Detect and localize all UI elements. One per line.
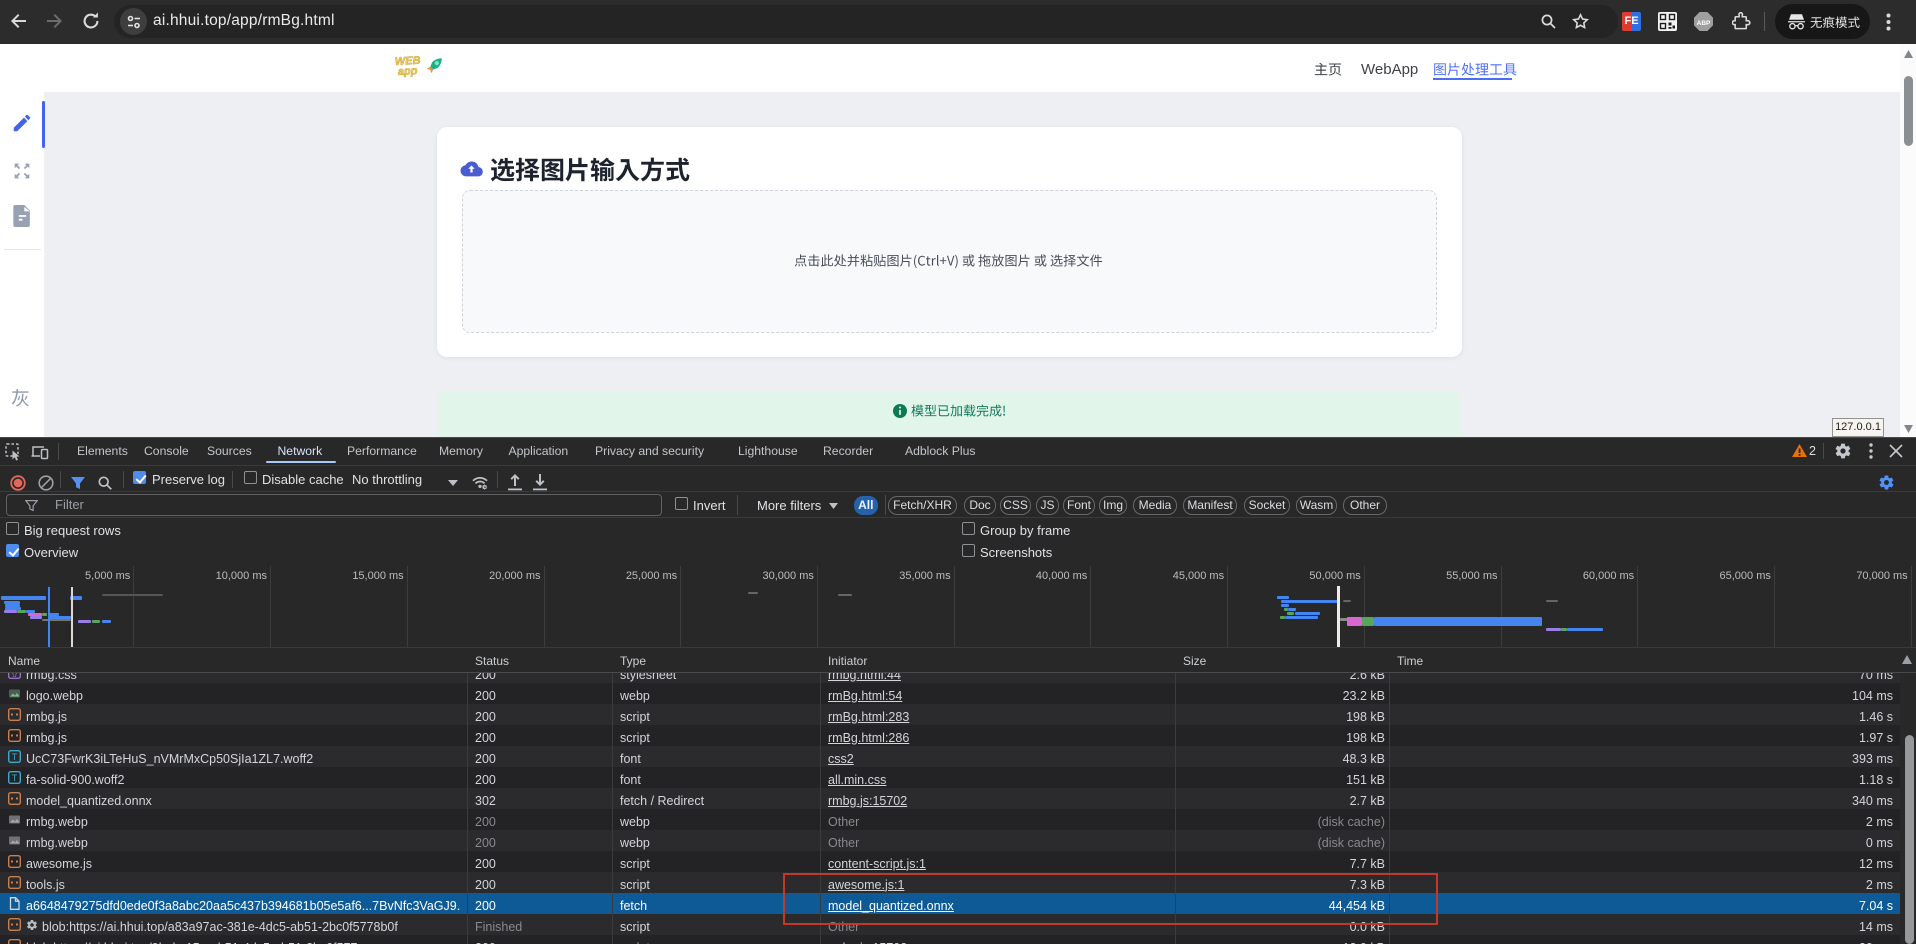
svg-text:T: T	[12, 752, 18, 762]
svg-text:T: T	[12, 773, 18, 783]
svg-text:app: app	[398, 65, 418, 78]
svg-text:ABP: ABP	[1697, 20, 1711, 27]
